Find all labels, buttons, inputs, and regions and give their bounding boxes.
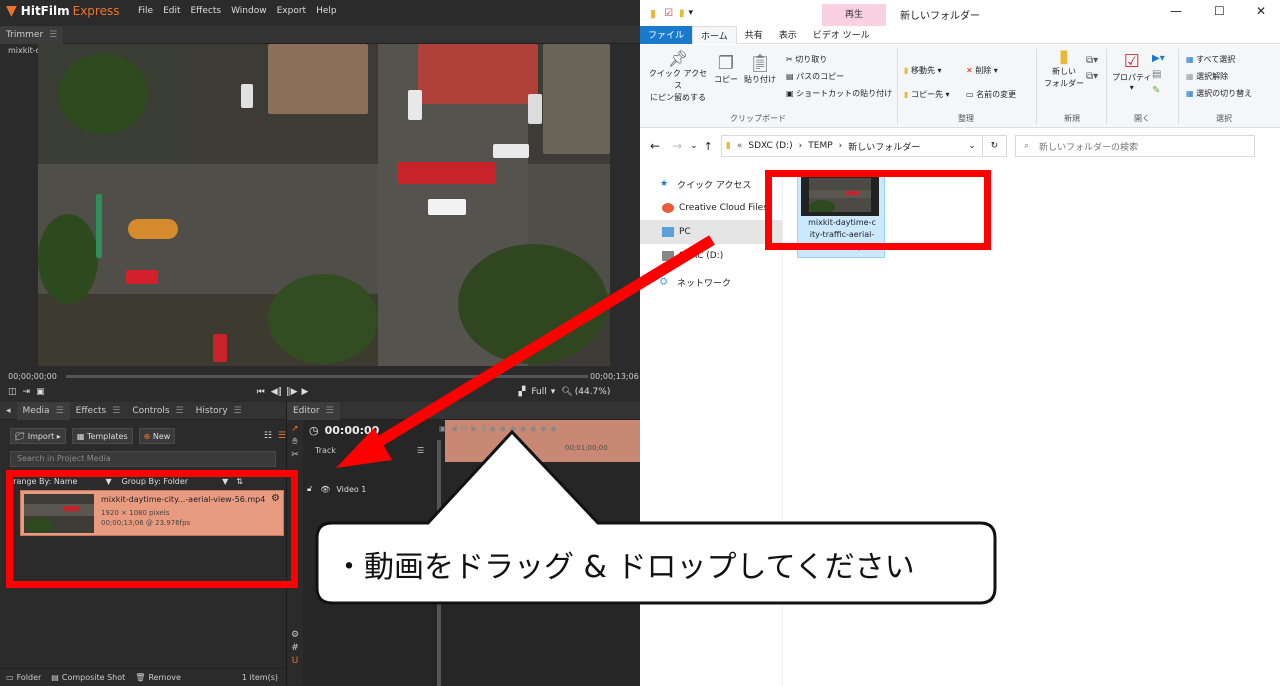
- callout: ・動画をドラッグ & ドロップしてください: [334, 542, 984, 586]
- callout-text: ・動画をドラッグ & ドロップしてください: [334, 550, 915, 585]
